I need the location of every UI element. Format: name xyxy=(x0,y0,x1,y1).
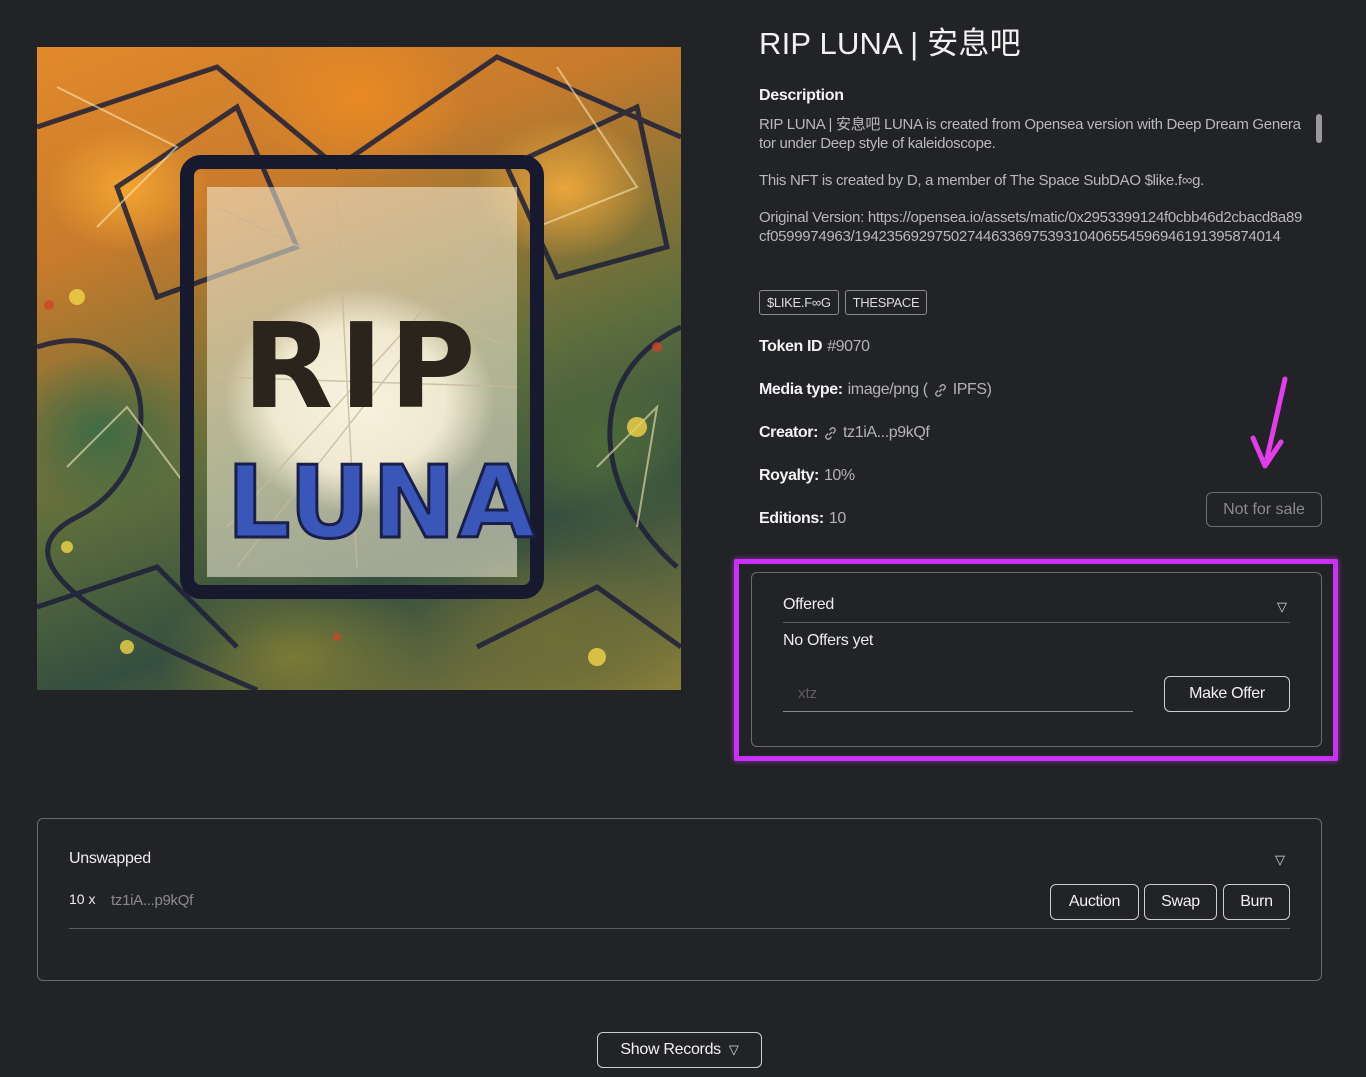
creator-row: Creator: tz1iA...p9kQf xyxy=(759,424,930,442)
triangle-down-icon[interactable]: ▽ xyxy=(1277,599,1287,615)
show-records-button[interactable]: Show Records ▽ xyxy=(597,1032,762,1068)
swap-button[interactable]: Swap xyxy=(1144,884,1217,920)
not-for-sale-button[interactable]: Not for sale xyxy=(1206,492,1322,527)
burn-button[interactable]: Burn xyxy=(1223,884,1290,920)
tag-like-fog[interactable]: $LIKE.F∞G xyxy=(759,290,839,315)
creator-address-link[interactable]: tz1iA...p9kQf xyxy=(843,424,930,442)
annotation-arrow-icon xyxy=(1250,376,1288,469)
triangle-down-icon[interactable]: ▽ xyxy=(1275,852,1285,868)
offer-amount-input[interactable] xyxy=(783,675,1133,712)
media-type-value: image/png ( xyxy=(847,381,928,398)
link-icon[interactable] xyxy=(933,383,948,398)
no-offers-text: No Offers yet xyxy=(783,632,874,649)
description-paragraph: This NFT is created by D, a member of Th… xyxy=(759,172,1204,189)
description-paragraph: RIP LUNA | 安息吧 LUNA is created from Open… xyxy=(759,116,1301,152)
description-heading: Description xyxy=(759,87,844,104)
media-type-row: Media type: image/png ( IPFS) xyxy=(759,381,992,399)
link-icon[interactable] xyxy=(823,426,838,441)
edition-count: 10 x xyxy=(69,891,96,907)
royalty-value: 10% xyxy=(823,467,855,484)
token-id-value: #9070 xyxy=(827,338,870,355)
tag-thespace[interactable]: THESPACE xyxy=(844,290,928,315)
token-id-label: Token ID xyxy=(759,338,823,355)
auction-button[interactable]: Auction xyxy=(1050,884,1139,920)
royalty-label: Royalty: xyxy=(759,467,819,484)
token-id-row: Token ID #9070 xyxy=(759,338,870,356)
offers-panel-title: Offered xyxy=(783,596,834,613)
nft-title: RIP LUNA | 安息吧 xyxy=(759,26,1021,61)
description-scrollbar[interactable] xyxy=(1316,114,1322,143)
artwork-text-luna: LUNA xyxy=(227,444,537,561)
make-offer-button[interactable]: Make Offer xyxy=(1164,676,1290,712)
artwork-text-rip: RIP xyxy=(242,297,481,435)
description-body[interactable]: RIP LUNA | 安息吧 LUNA is created from Open… xyxy=(759,115,1304,270)
description-paragraph: Original Version: https://opensea.io/ass… xyxy=(759,209,1303,245)
tag-list: $LIKE.F∞G THESPACE xyxy=(759,290,928,315)
ipfs-link[interactable]: IPFS) xyxy=(953,381,992,399)
show-records-label: Show Records xyxy=(620,1041,721,1058)
nft-artwork-image: RIP LUNA xyxy=(37,47,681,690)
triangle-down-icon: ▽ xyxy=(728,1042,739,1057)
offers-panel-header[interactable]: Offered ▽ xyxy=(783,596,1290,623)
artwork-pattern: RIP LUNA xyxy=(37,54,681,690)
editions-value: 10 xyxy=(828,510,846,527)
editions-label: Editions: xyxy=(759,510,824,527)
media-type-label: Media type: xyxy=(759,381,843,398)
owner-address[interactable]: tz1iA...p9kQf xyxy=(111,892,193,909)
creator-label: Creator: xyxy=(759,424,819,441)
unswapped-panel-title: Unswapped xyxy=(69,850,151,867)
editions-row: Editions: 10 xyxy=(759,510,846,528)
royalty-row: Royalty: 10% xyxy=(759,467,855,485)
